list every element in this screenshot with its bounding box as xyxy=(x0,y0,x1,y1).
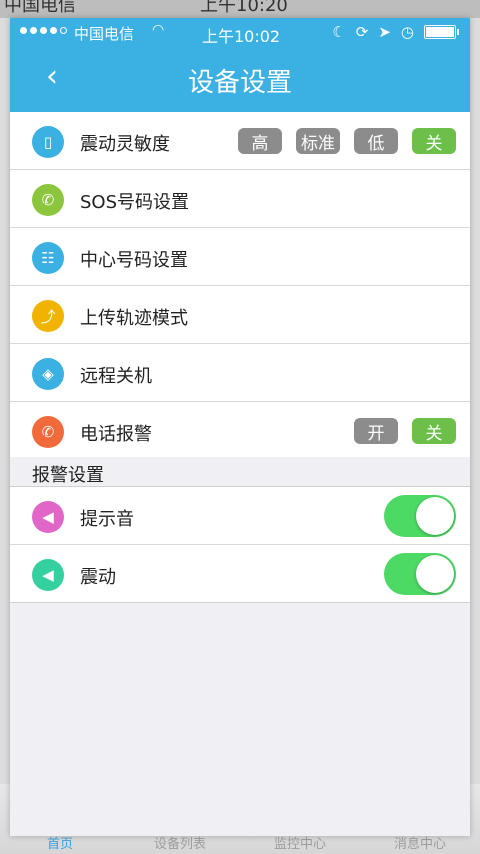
option-off-button[interactable]: 关 xyxy=(412,418,456,444)
header: 中国电信 ◠ 上午10:02 ☾ ⟳ ➤ ◷ ‹ 设备设置 xyxy=(10,18,470,112)
status-time: 上午10:02 xyxy=(202,27,281,46)
phone-alarm-options: 开 关 xyxy=(354,418,456,444)
background-carrier: 中国电信 xyxy=(4,0,76,16)
moon-icon: ☾ xyxy=(332,23,346,41)
wifi-icon: ◠ xyxy=(152,22,165,38)
alarm-clock-icon: ◷ xyxy=(400,23,414,41)
rotation-lock-icon: ⟳ xyxy=(355,23,369,41)
sensitivity-options: 高 标准 低 关 xyxy=(238,128,456,154)
signal-strength-icon xyxy=(20,27,67,34)
location-arrow-icon: ➤ xyxy=(378,23,391,41)
setting-sos-number[interactable]: ✆ SOS号码设置 xyxy=(10,170,470,228)
background-time: 上午10:20 xyxy=(200,0,288,16)
setting-label: 震动 xyxy=(80,567,116,588)
setting-label: 震动灵敏度 xyxy=(80,134,170,155)
remote-shutdown-icon: ◈ xyxy=(32,358,64,390)
option-off-button[interactable]: 关 xyxy=(412,128,456,154)
setting-vibration: ◀ 震动 xyxy=(10,545,470,602)
alarm-settings-list: ◀ 提示音 ◀ 震动 xyxy=(10,486,470,603)
battery-icon xyxy=(424,25,459,39)
settings-list: ▯ 震动灵敏度 高 标准 低 关 ✆ SOS号码设置 ☷ 中心号码设置 ⤴ 上传… xyxy=(10,112,470,459)
background-status-bar: 中国电信 上午10:20 xyxy=(0,0,480,18)
phone-alarm-icon: ✆ xyxy=(32,416,64,448)
setting-label: 远程关机 xyxy=(80,366,152,387)
setting-label: 中心号码设置 xyxy=(80,250,188,271)
setting-upload-track-mode[interactable]: ⤴ 上传轨迹模式 xyxy=(10,286,470,344)
setting-label: 电话报警 xyxy=(80,424,152,445)
setting-center-number[interactable]: ☷ 中心号码设置 xyxy=(10,228,470,286)
dialpad-icon: ☷ xyxy=(32,242,64,274)
setting-vibration-sensitivity: ▯ 震动灵敏度 高 标准 低 关 xyxy=(10,112,470,170)
setting-label: 提示音 xyxy=(80,509,134,530)
speaker-icon: ◀ xyxy=(32,501,64,533)
carrier-label: 中国电信 xyxy=(74,25,135,43)
section-title: 报警设置 xyxy=(32,465,104,486)
option-on-button[interactable]: 开 xyxy=(354,418,398,444)
option-high-button[interactable]: 高 xyxy=(238,128,282,154)
alert-sound-toggle[interactable] xyxy=(384,495,456,537)
option-standard-button[interactable]: 标准 xyxy=(296,128,340,154)
upload-arrow-icon: ⤴ xyxy=(32,300,64,332)
setting-alert-sound: ◀ 提示音 xyxy=(10,487,470,545)
setting-remote-shutdown[interactable]: ◈ 远程关机 xyxy=(10,344,470,402)
vibrate-icon: ◀ xyxy=(32,559,64,591)
device-settings-page: 中国电信 ◠ 上午10:02 ☾ ⟳ ➤ ◷ ‹ 设备设置 ▯ 震动灵敏度 高 … xyxy=(10,18,470,836)
phone-sos-icon: ✆ xyxy=(32,184,64,216)
option-low-button[interactable]: 低 xyxy=(354,128,398,154)
setting-label: 上传轨迹模式 xyxy=(80,308,188,329)
page-title: 设备设置 xyxy=(187,68,292,98)
vibration-toggle[interactable] xyxy=(384,553,456,595)
phone-vibrate-icon: ▯ xyxy=(32,126,64,158)
alarm-section-header: 报警设置 xyxy=(10,457,470,487)
status-bar: 中国电信 ◠ 上午10:02 ☾ ⟳ ➤ ◷ xyxy=(10,22,470,46)
status-icons: ☾ ⟳ ➤ ◷ xyxy=(332,23,459,41)
setting-label: SOS号码设置 xyxy=(80,192,190,213)
setting-phone-alarm: ✆ 电话报警 开 关 xyxy=(10,402,470,459)
